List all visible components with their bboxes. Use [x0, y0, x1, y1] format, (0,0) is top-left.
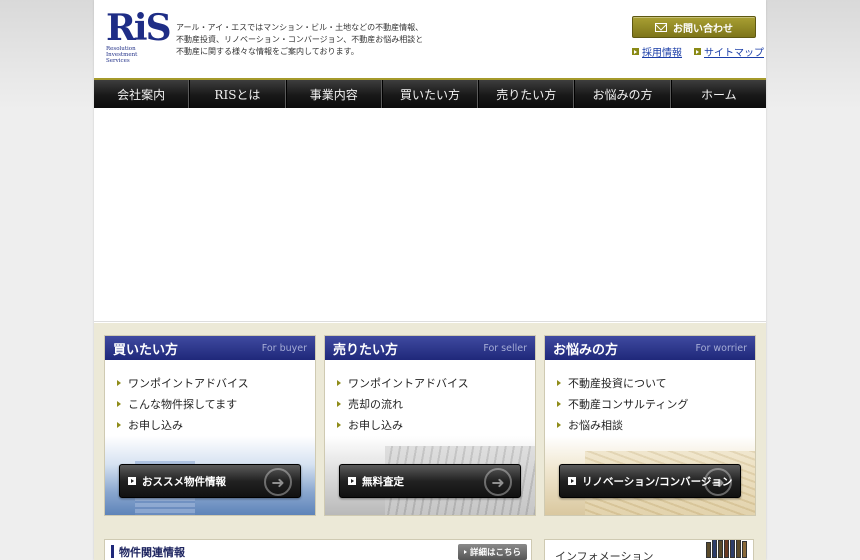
- recruit-link-label: 採用情報: [642, 48, 682, 59]
- nav-item-business[interactable]: 事業内容: [285, 80, 382, 108]
- free-appraisal-button[interactable]: 無料査定 ➜: [339, 464, 521, 498]
- property-info-box: 物件関連情報 詳細はこちら: [104, 539, 532, 560]
- sitemap-link[interactable]: サイトマップ: [694, 44, 764, 59]
- renovation-conversion-button[interactable]: リノベーション/コンバージョン ➜: [559, 464, 741, 498]
- triangle-bullet-icon: [557, 421, 561, 428]
- worrier-card-en: For worrier: [695, 342, 747, 354]
- worrier-link-list: 不動産投資について 不動産コンサルティング お悩み相談: [545, 360, 755, 435]
- contact-button[interactable]: お問い合わせ: [632, 16, 756, 38]
- list-item-label: お悩み相談: [568, 418, 623, 432]
- triangle-bullet-icon: [337, 400, 341, 407]
- logo-sub-3: Services: [106, 58, 130, 64]
- list-item[interactable]: お悩み相談: [557, 414, 755, 435]
- triangle-bullet-icon: [337, 379, 341, 386]
- heading-bar-icon: [111, 545, 114, 558]
- contact-label: お問い合わせ: [673, 23, 733, 35]
- buyer-card: 買いたい方 For buyer ワンポイントアドバイス こんな物件探してます お…: [104, 335, 316, 516]
- nav-item-seller[interactable]: 売りたい方: [478, 80, 575, 108]
- list-item-label: ワンポイントアドバイス: [348, 376, 469, 390]
- arrow-right-icon: ➜: [704, 468, 732, 496]
- buyer-card-en: For buyer: [261, 342, 307, 354]
- list-item[interactable]: お申し込み: [337, 414, 535, 435]
- triangle-bullet-icon: [117, 379, 121, 386]
- details-button[interactable]: 詳細はこちら: [457, 543, 527, 560]
- nav-item-home[interactable]: ホーム: [670, 80, 766, 108]
- triangle-bullet-icon: [117, 421, 121, 428]
- list-item[interactable]: ワンポイントアドバイス: [117, 372, 315, 393]
- free-appraisal-label: 無料査定: [362, 475, 404, 488]
- list-item[interactable]: 不動産投資について: [557, 372, 755, 393]
- seller-card-header[interactable]: 売りたい方 For seller: [325, 336, 535, 360]
- page-container: RiS Resolution Investment Services アール・ア…: [94, 0, 766, 560]
- seller-link-list: ワンポイントアドバイス 売却の流れ お申し込み: [325, 360, 535, 435]
- list-item[interactable]: お申し込み: [117, 414, 315, 435]
- buyer-card-header[interactable]: 買いたい方 For buyer: [105, 336, 315, 360]
- bottom-section: 物件関連情報 詳細はこちら インフォメーション: [94, 527, 766, 560]
- arrow-right-icon: ➜: [484, 468, 512, 496]
- site-logo[interactable]: RiS Resolution Investment Services: [106, 7, 172, 68]
- details-label: 詳細はこちら: [469, 547, 521, 558]
- worrier-card: お悩みの方 For worrier 不動産投資について 不動産コンサルティング …: [544, 335, 756, 516]
- header-links: 採用情報 サイトマップ: [632, 44, 764, 59]
- arrow-square-icon: [128, 477, 136, 485]
- list-item-label: お申し込み: [348, 418, 403, 432]
- recruit-link[interactable]: 採用情報: [632, 44, 682, 59]
- sitemap-link-label: サイトマップ: [704, 48, 764, 59]
- list-item[interactable]: 売却の流れ: [337, 393, 535, 414]
- recommended-property-label: おススメ物件情報: [142, 475, 226, 488]
- information-title: インフォメーション: [555, 550, 654, 560]
- list-item[interactable]: ワンポイントアドバイス: [337, 372, 535, 393]
- seller-card-en: For seller: [483, 342, 527, 354]
- arrow-square-icon: [694, 48, 701, 55]
- logo-text: RiS: [106, 7, 172, 49]
- triangle-bullet-icon: [557, 379, 561, 386]
- list-item-label: ワンポイントアドバイス: [128, 376, 249, 390]
- nav-item-about-ris[interactable]: RISとは: [189, 80, 286, 108]
- property-info-title-wrap: 物件関連情報: [111, 544, 185, 560]
- worrier-card-title: お悩みの方: [553, 342, 619, 358]
- list-item[interactable]: こんな物件探してます: [117, 393, 315, 414]
- site-header: RiS Resolution Investment Services アール・ア…: [94, 0, 766, 78]
- information-box: インフォメーション: [544, 539, 754, 560]
- list-item-label: 不動産投資について: [568, 376, 667, 390]
- triangle-right-icon: [463, 549, 467, 554]
- nav-item-worrier[interactable]: お悩みの方: [574, 80, 671, 108]
- buyer-link-list: ワンポイントアドバイス こんな物件探してます お申し込み: [105, 360, 315, 435]
- buyer-card-title: 買いたい方: [113, 342, 179, 358]
- tagline-line-3: 不動産に関する様々な情報をご案内しております。: [176, 47, 359, 56]
- triangle-bullet-icon: [117, 400, 121, 407]
- tagline-line-2: 不動産投資、リノベーション・コンバージョン、不動産お悩み相談と: [176, 35, 424, 44]
- tagline-line-1: アール・アイ・エスではマンション・ビル・土地などの不動産情報、: [176, 23, 424, 32]
- books-icon: [706, 540, 747, 558]
- arrow-right-icon: ➜: [264, 468, 292, 496]
- recommended-property-button[interactable]: おススメ物件情報 ➜: [119, 464, 301, 498]
- category-section: 買いたい方 For buyer ワンポイントアドバイス こんな物件探してます お…: [94, 323, 766, 527]
- list-item-label: こんな物件探してます: [128, 397, 238, 411]
- seller-card-title: 売りたい方: [333, 342, 399, 358]
- list-item-label: 不動産コンサルティング: [568, 397, 689, 411]
- triangle-bullet-icon: [337, 421, 341, 428]
- mail-icon: [655, 22, 667, 32]
- nav-item-buyer[interactable]: 買いたい方: [381, 80, 479, 108]
- triangle-bullet-icon: [557, 400, 561, 407]
- nav-item-company[interactable]: 会社案内: [94, 80, 190, 108]
- list-item-label: 売却の流れ: [348, 397, 403, 411]
- list-item-label: お申し込み: [128, 418, 183, 432]
- arrow-square-icon: [568, 477, 576, 485]
- site-tagline: アール・アイ・エスではマンション・ビル・土地などの不動産情報、 不動産投資、リノ…: [176, 22, 436, 58]
- worrier-card-header[interactable]: お悩みの方 For worrier: [545, 336, 755, 360]
- list-item[interactable]: 不動産コンサルティング: [557, 393, 755, 414]
- arrow-square-icon: [632, 48, 639, 55]
- seller-card: 売りたい方 For seller ワンポイントアドバイス 売却の流れ お申し込み…: [324, 335, 536, 516]
- arrow-square-icon: [348, 477, 356, 485]
- global-nav: 会社案内 RISとは 事業内容 買いたい方 売りたい方 お悩みの方 ホーム: [94, 80, 766, 108]
- hero-area: [94, 108, 766, 322]
- property-info-title: 物件関連情報: [119, 545, 185, 559]
